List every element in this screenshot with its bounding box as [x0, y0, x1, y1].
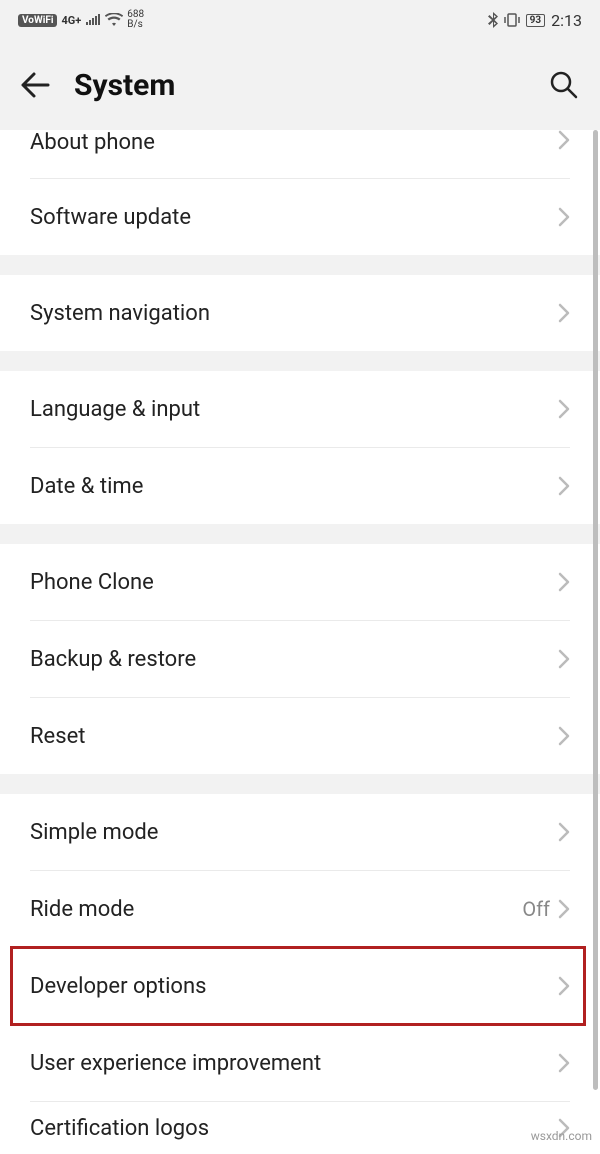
settings-group: Phone Clone Backup & restore Reset [0, 544, 600, 774]
chevron-right-icon [558, 726, 570, 746]
chevron-right-icon [558, 572, 570, 592]
row-label: Certification logos [30, 1116, 558, 1141]
settings-row-software-update[interactable]: Software update [0, 179, 600, 255]
signal-icon [85, 13, 101, 27]
settings-list[interactable]: About phone Software update System navigat… [0, 130, 600, 1147]
settings-group: Simple mode Ride modeOff Developer options… [0, 794, 600, 1154]
row-label: Ride mode [30, 897, 522, 922]
settings-row-system-navigation[interactable]: System navigation [0, 275, 600, 351]
chevron-right-icon [558, 976, 570, 996]
watermark: wsxdn.com [531, 1129, 592, 1143]
speed-unit: B/s [127, 20, 143, 30]
row-label: Backup & restore [30, 647, 558, 672]
status-bar: VoWiFi 4G+ 688 B/s 93 2:13 [0, 0, 600, 40]
chevron-right-icon [558, 649, 570, 669]
row-label: Reset [30, 724, 558, 749]
row-label: Developer options [30, 974, 558, 999]
row-label: System navigation [30, 301, 558, 326]
settings-row-about-phone[interactable]: About phone [0, 130, 600, 178]
row-label: Language & input [30, 397, 558, 422]
settings-row-date-time[interactable]: Date & time [0, 448, 600, 524]
header: System [0, 40, 600, 130]
row-label: Simple mode [30, 820, 558, 845]
network-speed: 688 B/s [127, 10, 144, 30]
chevron-right-icon [558, 822, 570, 842]
row-label: User experience improvement [30, 1051, 558, 1076]
row-label: Software update [30, 205, 558, 230]
settings-row-language-input[interactable]: Language & input [0, 371, 600, 447]
row-value: Off [522, 897, 550, 921]
chevron-right-icon [558, 130, 570, 150]
vowifi-badge: VoWiFi [18, 14, 57, 27]
battery-indicator: 93 [526, 14, 545, 27]
status-left: VoWiFi 4G+ 688 B/s [18, 10, 144, 30]
settings-row-phone-clone[interactable]: Phone Clone [0, 544, 600, 620]
status-right: 93 2:13 [488, 11, 582, 30]
settings-group: Language & input Date & time [0, 371, 600, 524]
chevron-right-icon [558, 1053, 570, 1073]
settings-row-developer-options[interactable]: Developer options [0, 948, 600, 1024]
settings-row-ride-mode[interactable]: Ride modeOff [0, 871, 600, 947]
bluetooth-icon [488, 12, 498, 28]
settings-group: System navigation [0, 275, 600, 351]
row-label: Phone Clone [30, 570, 558, 595]
chevron-right-icon [558, 899, 570, 919]
chevron-right-icon [558, 399, 570, 419]
clock: 2:13 [551, 11, 582, 30]
vibrate-icon [504, 12, 520, 28]
chevron-right-icon [558, 303, 570, 323]
settings-row-user-experience[interactable]: User experience improvement [0, 1025, 600, 1101]
page-title: System [74, 68, 524, 103]
scrollbar[interactable] [593, 130, 598, 1090]
row-label: About phone [30, 130, 558, 155]
wifi-icon [105, 13, 123, 27]
chevron-right-icon [558, 207, 570, 227]
row-label: Date & time [30, 474, 558, 499]
search-button[interactable] [548, 69, 580, 101]
settings-row-backup-restore[interactable]: Backup & restore [0, 621, 600, 697]
settings-group: About phone Software update [0, 130, 600, 255]
settings-row-simple-mode[interactable]: Simple mode [0, 794, 600, 870]
network-type: 4G+ [61, 15, 81, 26]
settings-row-certification-logos[interactable]: Certification logos [0, 1102, 600, 1154]
settings-row-reset[interactable]: Reset [0, 698, 600, 774]
back-button[interactable] [20, 70, 50, 100]
chevron-right-icon [558, 476, 570, 496]
